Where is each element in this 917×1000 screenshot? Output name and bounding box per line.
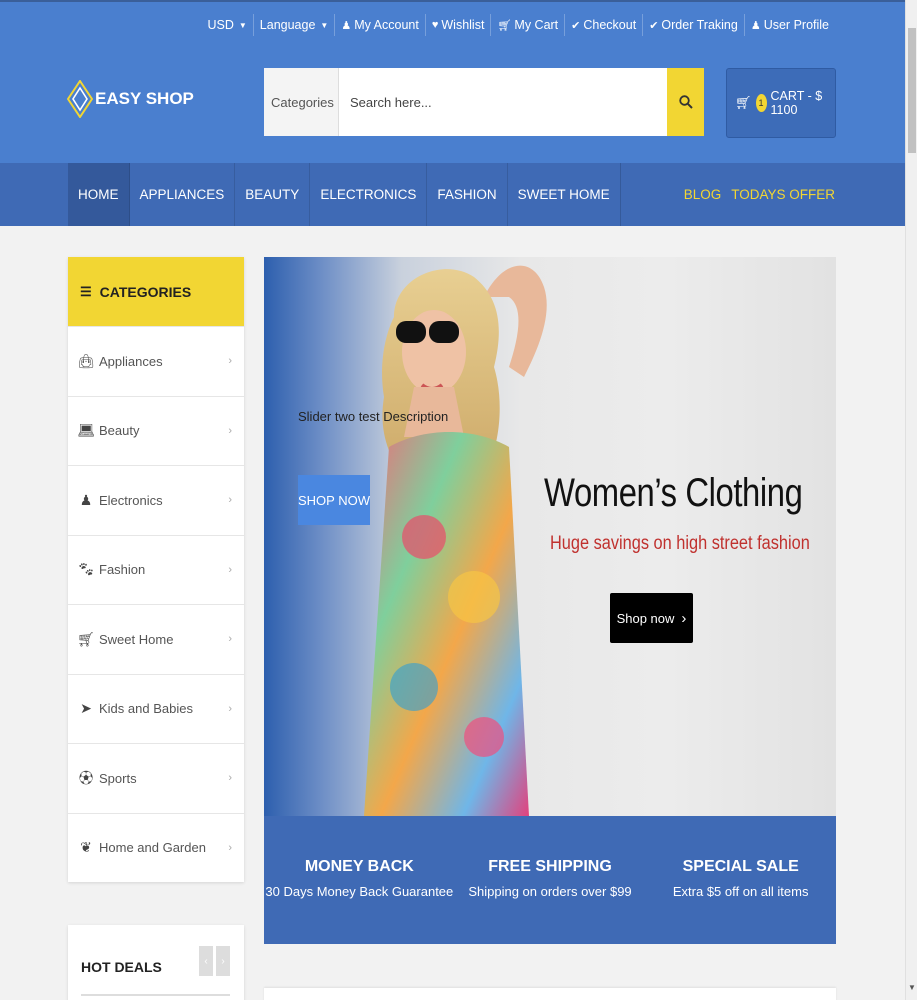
search-category-select[interactable]: Categories ▼ (264, 68, 352, 136)
slide-description: Slider two test Description (298, 409, 449, 424)
diamond-logo-icon (67, 80, 93, 118)
shop-now-button[interactable]: SHOP NOW (298, 475, 370, 525)
features-bar: MONEY BACK 30 Days Money Back Guarantee … (264, 816, 836, 944)
search-button[interactable] (667, 68, 704, 136)
categories-header: ☰ CATEGORIES (68, 257, 244, 326)
soccer-ball-icon: ⚽︎ (79, 770, 93, 787)
my-account-link[interactable]: ♟ My Account (335, 14, 426, 36)
search-input[interactable] (339, 68, 667, 136)
divider (81, 994, 230, 996)
cart-button[interactable]: 🛒︎ 1 CART - $ 1100 (726, 68, 836, 138)
hero-slider[interactable]: Slider two test Description SHOP NOW Wom… (264, 257, 836, 816)
chevron-right-icon: › (228, 841, 232, 854)
sidebar-item-sports[interactable]: ⚽︎ Sports › (68, 743, 244, 813)
nav-item-electronics[interactable]: ELECTRONICS (310, 163, 428, 226)
chevron-right-icon: › (228, 355, 232, 368)
slide-subtitle: Huge savings on high street fashion (550, 533, 810, 554)
cart-icon: 🛒︎ (497, 19, 512, 32)
language-dropdown[interactable]: Language ▼ (254, 14, 336, 36)
shopping-bag-icon: 👜︎ (77, 352, 95, 369)
user-icon: ♟ (79, 491, 93, 508)
nav-menu: HOME APPLIANCES BEAUTY ELECTRONICS FASHI… (68, 163, 621, 226)
user-icon: ♟ (750, 19, 761, 32)
search-icon (678, 95, 693, 109)
chevron-right-icon: › (228, 494, 232, 507)
sidebar-item-appliances[interactable]: 👜︎ Appliances › (68, 326, 244, 396)
wishlist-link[interactable]: ♥ Wishlist (426, 14, 492, 36)
laptop-icon: 💻︎ (77, 422, 95, 439)
shop-now-cta-button[interactable]: Shop now › (610, 593, 693, 643)
content-panel (264, 988, 836, 1000)
caret-down-icon: ▼ (238, 20, 247, 30)
sidebar-item-beauty[interactable]: 💻︎ Beauty › (68, 395, 244, 466)
nav-item-todays-offer[interactable]: TODAYS OFFER (731, 187, 835, 202)
user-icon: ♟ (341, 19, 352, 32)
nav-item-home[interactable]: HOME (68, 163, 130, 226)
page-scrollbar[interactable]: ▼ (905, 0, 917, 1000)
sidebar-item-sweet-home[interactable]: 🛒︎ Sweet Home › (68, 604, 244, 674)
main-nav: HOME APPLIANCES BEAUTY ELECTRONICS FASHI… (0, 163, 905, 226)
leaf-icon: ❦ (80, 839, 92, 856)
feature-special-sale: SPECIAL SALE Extra $5 off on all items (672, 858, 809, 899)
check-icon: ✔ (649, 19, 659, 32)
chevron-right-icon: › (228, 702, 232, 715)
my-cart-link[interactable]: 🛒︎ My Cart (491, 14, 566, 36)
chevron-right-icon: › (228, 633, 232, 646)
chevron-right-icon: › (228, 772, 232, 785)
scroll-down-arrow-icon[interactable]: ▼ (908, 983, 916, 992)
feature-money-back: MONEY BACK 30 Days Money Back Guarantee (265, 858, 454, 899)
hot-deals-panel: HOT DEALS ‹ › (68, 925, 244, 1000)
nav-item-beauty[interactable]: BEAUTY (235, 163, 311, 226)
chevron-right-icon: › (228, 563, 232, 576)
currency-dropdown[interactable]: USD ▼ (201, 14, 254, 36)
cart-icon: 🛒︎ (735, 95, 752, 110)
sidebar-item-electronics[interactable]: ♟ Electronics › (68, 465, 244, 535)
sidebar-item-home-and-garden[interactable]: ❦ Home and Garden › (68, 812, 244, 883)
site-logo[interactable]: EASY SHOP (67, 80, 194, 118)
nav-right-menu: BLOG TODAYS OFFER (684, 163, 835, 226)
header: USD ▼ Language ▼ ♟ My Account ♥ Wishlist… (0, 0, 905, 163)
heart-icon: ♥ (431, 19, 439, 31)
feature-free-shipping: FREE SHIPPING Shipping on orders over $9… (468, 858, 632, 899)
nav-item-appliances[interactable]: APPLIANCES (130, 163, 236, 226)
order-tracking-link[interactable]: ✔ Order Traking (643, 14, 745, 36)
paper-plane-icon: ➤ (80, 700, 92, 717)
nav-item-blog[interactable]: BLOG (684, 187, 722, 202)
sidebar-item-kids-and-babies[interactable]: ➤ Kids and Babies › (68, 673, 244, 744)
chevron-right-icon: › (228, 424, 232, 437)
user-profile-link[interactable]: ♟ User Profile (745, 14, 835, 36)
cart-count-badge: 1 (755, 94, 767, 112)
hot-deals-title: HOT DEALS (81, 959, 162, 975)
cart-label: CART - $ 1100 (770, 89, 823, 117)
check-icon: ✔ (571, 19, 581, 32)
caret-down-icon: ▼ (320, 20, 329, 30)
chevron-left-icon: ‹ (204, 955, 208, 967)
sidebar-item-fashion[interactable]: 🐾︎ Fashion › (68, 534, 244, 605)
chevron-right-icon: › (681, 609, 687, 627)
menu-bars-icon: ☰ (80, 283, 92, 299)
categories-sidebar: ☰ CATEGORIES 👜︎ Appliances › 💻︎ Beauty ›… (68, 257, 244, 882)
chevron-right-icon: › (221, 955, 225, 967)
checkout-link[interactable]: ✔ Checkout (565, 14, 644, 36)
nav-item-sweet-home[interactable]: SWEET HOME (508, 163, 621, 226)
hot-deals-prev-button[interactable]: ‹ (199, 946, 213, 976)
paw-icon: 🐾︎ (77, 561, 95, 578)
slide-title: Women’s Clothing (544, 471, 803, 515)
search-bar: Categories ▼ (264, 68, 704, 136)
nav-item-fashion[interactable]: FASHION (427, 163, 508, 226)
top-links-bar: USD ▼ Language ▼ ♟ My Account ♥ Wishlist… (201, 14, 835, 36)
scrollbar-thumb[interactable] (908, 28, 916, 153)
hot-deals-next-button[interactable]: › (216, 946, 230, 976)
cart-icon: 🛒︎ (77, 630, 95, 647)
